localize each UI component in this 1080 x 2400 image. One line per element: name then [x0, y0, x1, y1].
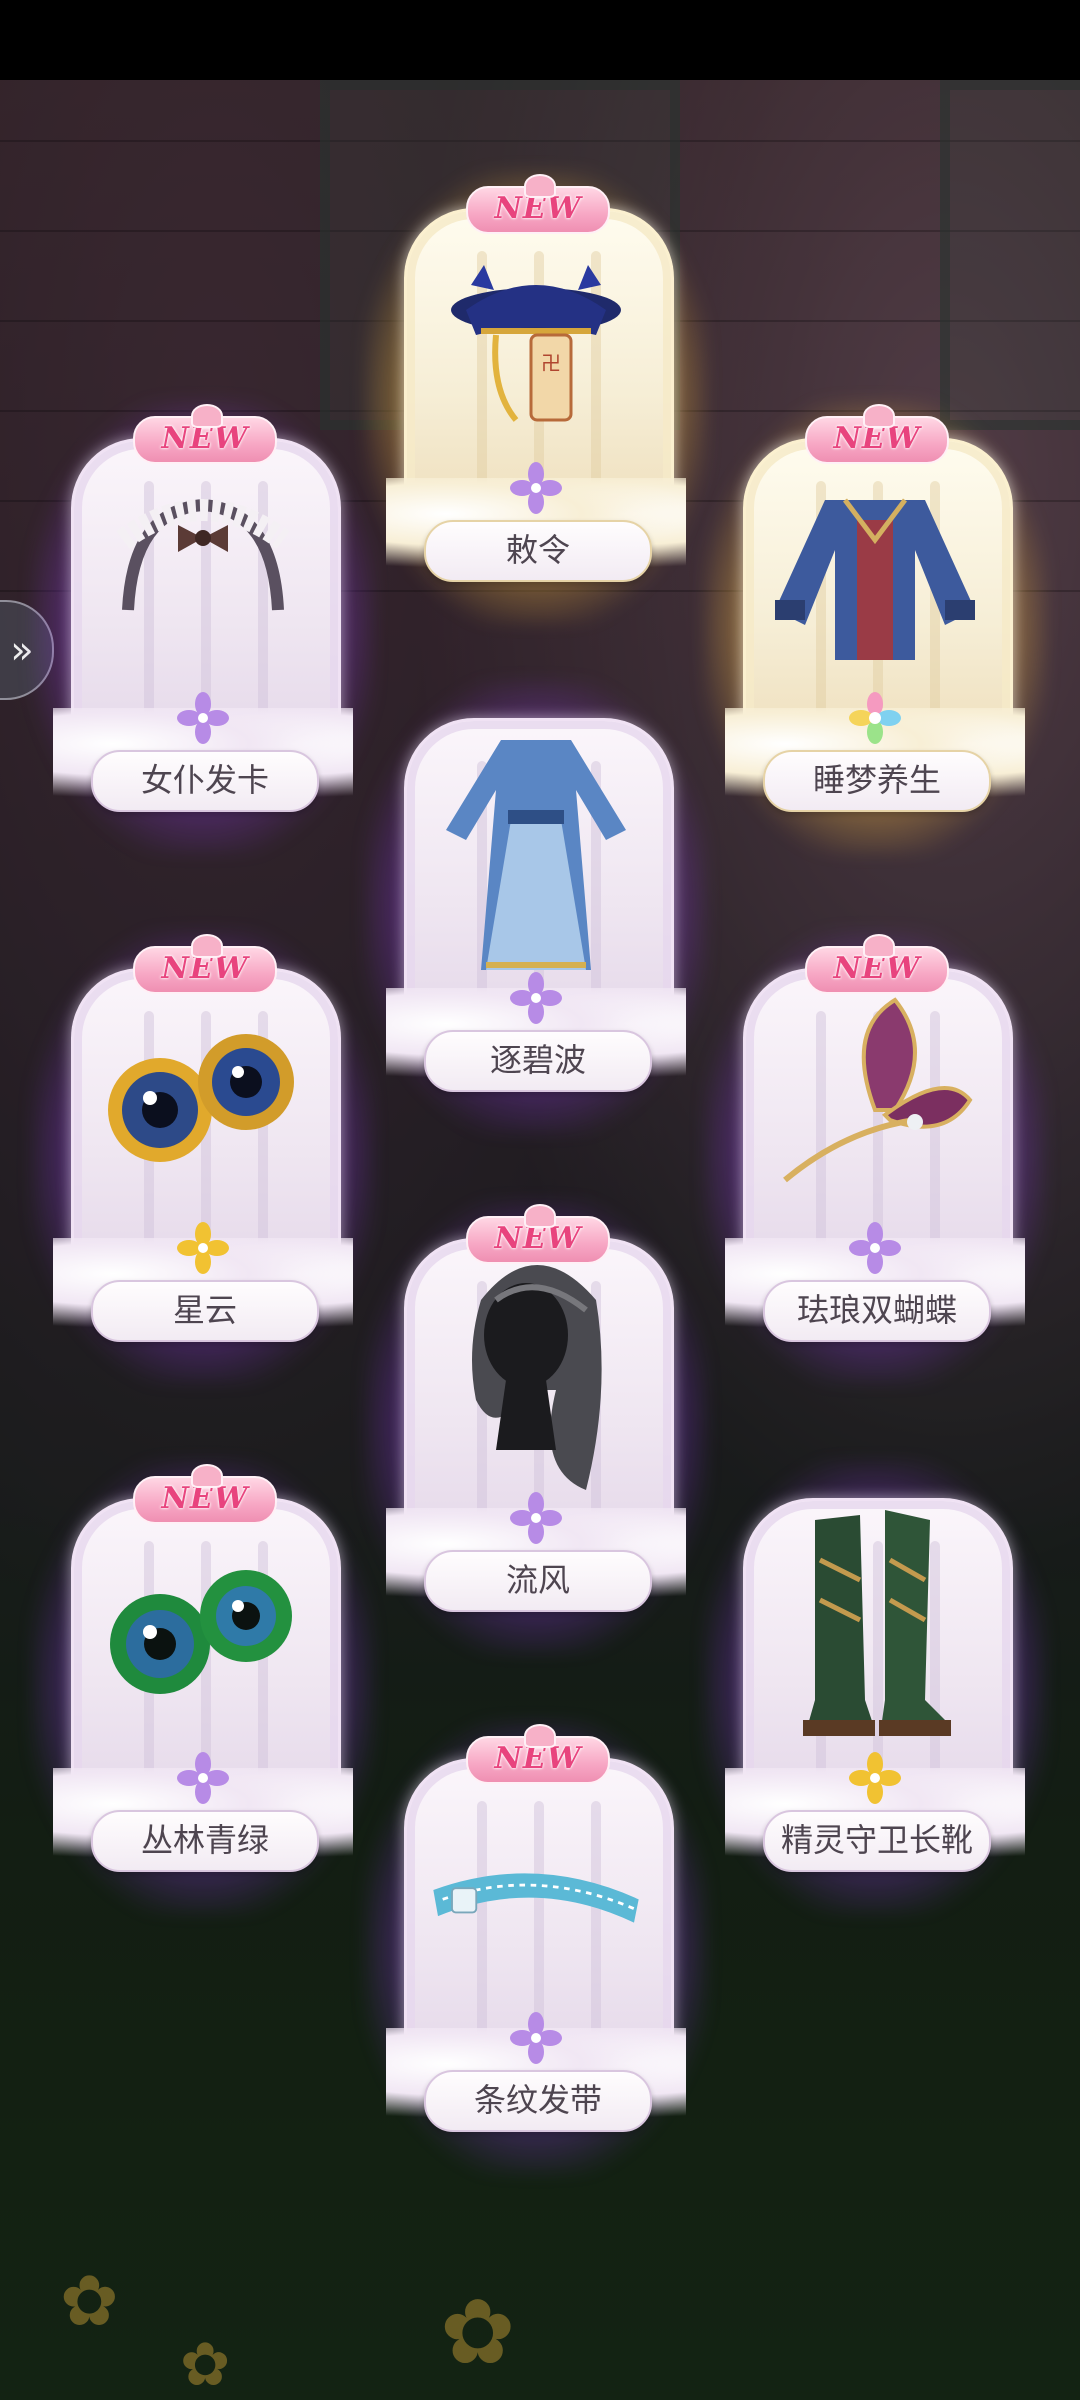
gold-flower-star-icon — [849, 1752, 901, 1804]
green-eyes-icon — [91, 1520, 315, 1740]
purple-flower-star-icon — [849, 1222, 901, 1274]
item-name: 敕令 — [424, 520, 652, 582]
reward-card[interactable]: 睡梦养生 NEW — [703, 400, 1047, 854]
purple-flower-star-icon — [510, 972, 562, 1024]
item-name: 珐琅双蝴蝶 — [763, 1280, 991, 1342]
reward-card[interactable]: 女仆发卡 NEW — [31, 400, 375, 854]
item-name: 星云 — [91, 1280, 319, 1342]
reward-card[interactable]: 星云 NEW — [31, 930, 375, 1384]
green-boots-icon — [763, 1510, 987, 1740]
maid-headband-icon — [91, 460, 315, 680]
item-name: 条纹发带 — [424, 2070, 652, 2132]
item-name: 逐碧波 — [424, 1030, 652, 1092]
new-badge: NEW — [466, 174, 610, 234]
reward-card[interactable]: 逐碧波 — [364, 680, 708, 1134]
striped-headband-icon — [424, 1780, 648, 2000]
nebula-eyes-icon — [91, 990, 315, 1210]
item-name: 睡梦养生 — [763, 750, 991, 812]
status-bar — [0, 0, 1080, 80]
new-badge: NEW — [133, 1464, 277, 1524]
reward-card[interactable]: 珐琅双蝴蝶 NEW — [703, 930, 1047, 1384]
item-name: 女仆发卡 — [91, 750, 319, 812]
item-name: 精灵守卫长靴 — [763, 1810, 991, 1872]
blue-robe-coat-icon — [763, 460, 987, 680]
item-name: 流风 — [424, 1550, 652, 1612]
reward-card[interactable]: 条纹发带 NEW — [364, 1720, 708, 2174]
official-hat-icon: 卍 — [424, 230, 648, 450]
reward-card[interactable]: 精灵守卫长靴 — [703, 1460, 1047, 1914]
gray-hair-wig-icon — [424, 1260, 648, 1490]
new-badge: NEW — [805, 404, 949, 464]
rainbow-flower-star-icon — [849, 692, 901, 744]
svg-text:卍: 卍 — [541, 351, 561, 375]
new-badge: NEW — [133, 404, 277, 464]
blue-hanfu-dress-icon — [424, 740, 648, 970]
new-badge: NEW — [805, 934, 949, 994]
reward-card[interactable]: 卍 敕令 NEW — [364, 170, 708, 624]
item-name: 丛林青绿 — [91, 1810, 319, 1872]
purple-flower-star-icon — [510, 2012, 562, 2064]
gold-flower-star-icon — [177, 1222, 229, 1274]
purple-flower-star-icon — [177, 692, 229, 744]
new-badge: NEW — [466, 1204, 610, 1264]
reward-card[interactable]: 流风 NEW — [364, 1200, 708, 1654]
butterfly-hairpin-icon — [763, 990, 987, 1210]
new-badge: NEW — [466, 1724, 610, 1784]
reward-card[interactable]: 丛林青绿 NEW — [31, 1460, 375, 1914]
purple-flower-star-icon — [177, 1752, 229, 1804]
purple-flower-star-icon — [510, 462, 562, 514]
new-badge: NEW — [133, 934, 277, 994]
purple-flower-star-icon — [510, 1492, 562, 1544]
